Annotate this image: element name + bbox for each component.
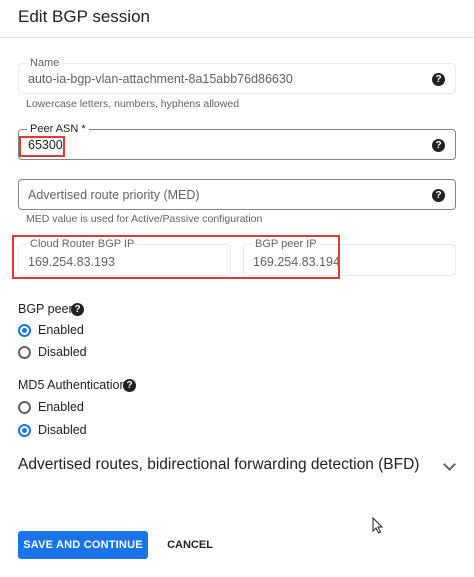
radio-checked-icon[interactable]: [18, 424, 31, 437]
radio-unchecked-icon[interactable]: [18, 346, 31, 359]
md5-enabled-label: Enabled: [38, 400, 84, 414]
advanced-options-title: Advertised routes, bidirectional forward…: [18, 456, 420, 473]
peer-asn-field[interactable]: Peer ASN * 65300 ?: [18, 123, 456, 160]
mouse-cursor-icon: [372, 517, 384, 534]
dialog-header: Edit BGP session: [0, 0, 474, 38]
cancel-button[interactable]: CANCEL: [160, 531, 220, 559]
chevron-down-icon[interactable]: [443, 458, 456, 471]
save-and-continue-button[interactable]: SAVE AND CONTINUE: [18, 531, 148, 559]
med-placeholder: Advertised route priority (MED): [28, 188, 200, 202]
name-field-label: Name: [27, 57, 63, 69]
peer-asn-highlight: [19, 136, 65, 157]
page-title: Edit BGP session: [18, 7, 150, 26]
bgp-peer-enabled-label: Enabled: [38, 323, 84, 337]
md5-help-icon[interactable]: ?: [123, 379, 136, 392]
md5-label: MD5 Authentication: [18, 378, 127, 392]
md5-disabled-label: Disabled: [38, 423, 87, 437]
bgp-peer-disabled-label: Disabled: [38, 345, 87, 359]
peer-asn-help-icon[interactable]: ?: [432, 139, 445, 152]
ip-fields-highlight: [12, 235, 340, 279]
advanced-options-expander[interactable]: Advertised routes, bidirectional forward…: [18, 456, 458, 478]
name-field: Name auto-ia-bgp-vlan-attachment-8a15abb…: [18, 57, 456, 94]
med-field[interactable]: Advertised route priority (MED) ?: [18, 179, 456, 210]
bgp-peer-help-icon[interactable]: ?: [71, 303, 84, 316]
med-hint: MED value is used for Active/Passive con…: [26, 213, 263, 225]
name-field-value: auto-ia-bgp-vlan-attachment-8a15abb76d86…: [28, 72, 293, 86]
name-hint: Lowercase letters, numbers, hyphens allo…: [26, 98, 240, 110]
name-help-icon[interactable]: ?: [432, 73, 445, 86]
med-help-icon[interactable]: ?: [432, 189, 445, 202]
bgp-peer-label: BGP peer: [18, 302, 73, 316]
radio-checked-icon[interactable]: [18, 324, 31, 337]
radio-unchecked-icon[interactable]: [18, 401, 31, 414]
peer-asn-label: Peer ASN *: [27, 123, 89, 135]
